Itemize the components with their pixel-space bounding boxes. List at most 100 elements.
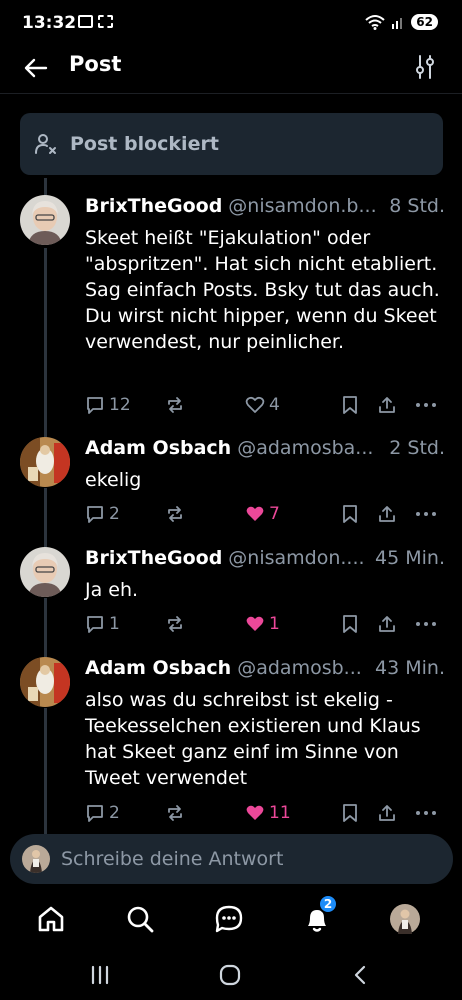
post-time: 8 Std.: [389, 195, 445, 217]
post-text: Skeet heißt "Ejakulation" oder "abspritz…: [85, 227, 440, 353]
thread-post[interactable]: BrixTheGood @nisamdon.... 45 Min. Ja eh.…: [0, 547, 462, 647]
author-name[interactable]: Adam Osbach: [85, 657, 231, 679]
reply-input-placeholder[interactable]: Schreibe deine Antwort: [61, 848, 283, 870]
post-time: 2 Std.: [389, 437, 445, 459]
more-options-button[interactable]: [415, 502, 437, 526]
sliders-icon: [416, 55, 434, 79]
status-bar: 13:32 62: [0, 0, 462, 46]
screenshot-notification-icon: [98, 15, 113, 28]
like-button[interactable]: 4: [245, 393, 280, 417]
thread-settings-button[interactable]: [414, 54, 436, 80]
avatar-photo: [20, 547, 70, 597]
repost-icon: [168, 506, 182, 522]
recent-apps-button[interactable]: [85, 960, 115, 990]
repost-icon: [168, 616, 182, 632]
profile-avatar-icon: [390, 904, 420, 934]
reply-count: 1: [109, 614, 120, 634]
nav-chat[interactable]: [212, 902, 246, 936]
nav-notifications[interactable]: 2: [300, 894, 338, 936]
share-button[interactable]: [377, 801, 397, 825]
heart-filled-icon: [246, 506, 264, 521]
post-text: also was du schreibst ist ekelig - Teeke…: [85, 689, 421, 789]
heart-filled-icon: [246, 805, 264, 820]
like-count: 1: [269, 614, 280, 634]
app-header: Post: [0, 46, 462, 94]
thread-post[interactable]: Adam Osbach @adamosba... 2 Std. ekelig 2…: [0, 437, 462, 537]
author-handle[interactable]: @adamosba...: [237, 437, 373, 459]
like-button[interactable]: 11: [245, 801, 291, 825]
reply-button[interactable]: 2: [85, 502, 120, 526]
post-actions: 1 1: [85, 612, 445, 636]
reply-icon: [87, 397, 103, 414]
avatar[interactable]: [20, 437, 70, 487]
bookmark-button[interactable]: [341, 612, 359, 636]
nav-profile[interactable]: [388, 902, 422, 936]
author-handle[interactable]: @nisamdon.b...: [228, 195, 376, 217]
bookmark-button[interactable]: [341, 502, 359, 526]
back-system-button[interactable]: [345, 960, 375, 990]
system-navigation-bar: [0, 950, 462, 1000]
author-name[interactable]: Adam Osbach: [85, 437, 231, 459]
chevron-left-icon: [354, 965, 366, 985]
more-dots-icon: [416, 403, 436, 407]
reply-button[interactable]: 1: [85, 612, 120, 636]
avatar-photo: [22, 845, 50, 873]
post-time: 43 Min.: [375, 657, 445, 679]
post-text: ekelig: [85, 469, 142, 491]
nav-home[interactable]: [34, 902, 68, 936]
post-actions: 2 7: [85, 502, 445, 526]
more-dots-icon: [416, 512, 436, 516]
wifi-icon: [365, 15, 385, 30]
share-button[interactable]: [377, 612, 397, 636]
blocked-post-label: Post blockiert: [70, 133, 219, 155]
battery-indicator: 62: [411, 14, 438, 30]
heart-icon: [245, 396, 265, 413]
like-button[interactable]: 7: [245, 502, 280, 526]
more-options-button[interactable]: [415, 393, 437, 417]
repost-button[interactable]: [165, 502, 185, 526]
notification-badge: 2: [318, 894, 338, 914]
home-system-button[interactable]: [215, 960, 245, 990]
like-button[interactable]: 1: [245, 612, 280, 636]
more-dots-icon: [416, 811, 436, 815]
bookmark-icon: [343, 396, 357, 414]
back-button[interactable]: [22, 54, 50, 82]
author-name[interactable]: BrixTheGood: [85, 195, 222, 217]
home-icon: [38, 906, 64, 932]
reply-button[interactable]: 2: [85, 801, 120, 825]
blocked-post-notice[interactable]: Post blockiert: [20, 113, 443, 175]
repost-button[interactable]: [165, 612, 185, 636]
reply-icon: [87, 805, 103, 822]
repost-button[interactable]: [165, 801, 185, 825]
share-icon: [379, 506, 395, 522]
page-title: Post: [69, 52, 122, 76]
reply-button[interactable]: 12: [85, 393, 131, 417]
more-options-button[interactable]: [415, 801, 437, 825]
author-handle[interactable]: @nisamdon....: [228, 547, 364, 569]
reply-composer[interactable]: Schreibe deine Antwort: [10, 834, 453, 884]
like-count: 4: [269, 395, 280, 415]
author-name[interactable]: BrixTheGood: [85, 547, 222, 569]
repost-icon: [168, 805, 182, 821]
nav-search[interactable]: [123, 902, 157, 936]
signal-icon: [392, 18, 403, 29]
author-handle[interactable]: @adamosb...: [237, 657, 362, 679]
avatar-photo: [20, 657, 70, 707]
share-button[interactable]: [377, 502, 397, 526]
person-blocked-icon: [35, 134, 56, 154]
repost-button[interactable]: [165, 393, 185, 417]
like-count: 7: [269, 504, 280, 524]
share-button[interactable]: [377, 393, 397, 417]
thread-post[interactable]: BrixTheGood @nisamdon.b... 8 Std. Skeet …: [0, 195, 462, 425]
search-icon: [127, 906, 154, 933]
home-circle-icon: [219, 964, 241, 986]
more-options-button[interactable]: [415, 612, 437, 636]
avatar[interactable]: [20, 657, 70, 707]
gallery-notification-icon: [78, 15, 93, 28]
thread-post[interactable]: Adam Osbach @adamosb... 43 Min. also was…: [0, 657, 462, 832]
bookmark-button[interactable]: [341, 801, 359, 825]
bookmark-button[interactable]: [341, 393, 359, 417]
avatar[interactable]: [20, 195, 70, 245]
post-time: 45 Min.: [375, 547, 445, 569]
avatar[interactable]: [20, 547, 70, 597]
